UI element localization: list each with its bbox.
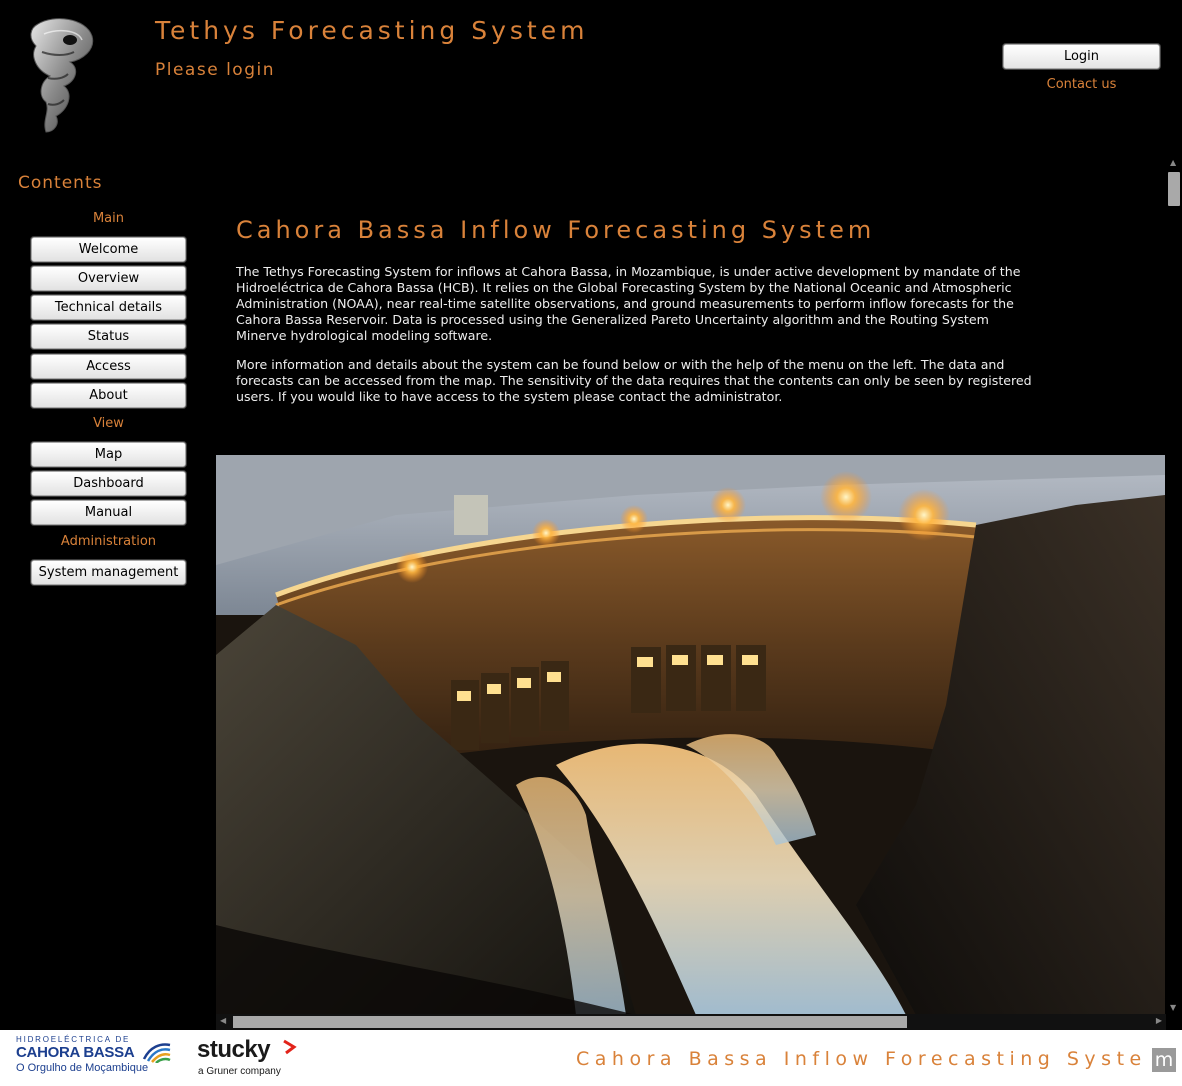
nav-about-button[interactable]: About <box>31 383 186 408</box>
stucky-logo: stucky a Gruner company <box>197 1036 307 1082</box>
hcb-logo-name: CAHORA BASSA <box>16 1044 135 1061</box>
horizontal-scroll-thumb[interactable] <box>233 1016 907 1028</box>
nav-technical-details-button[interactable]: Technical details <box>31 295 186 320</box>
contact-us-link[interactable]: Contact us <box>1003 77 1160 92</box>
scroll-left-icon[interactable]: ◀ <box>220 1016 226 1025</box>
page-title: Cahora Bassa Inflow Forecasting System <box>236 216 876 244</box>
footer: HIDROELÉCTRICA DE CAHORA BASSA O Orgulho… <box>0 1030 1182 1086</box>
section-label-administration: Administration <box>60 534 157 549</box>
horizontal-scrollbar[interactable]: ◀ ▶ <box>216 1014 1166 1030</box>
nav-map-button[interactable]: Map <box>31 442 186 467</box>
hcb-logo-tagline: O Orgulho de Moçambique <box>16 1062 149 1074</box>
hcb-logo-subtitle: HIDROELÉCTRICA DE <box>16 1035 131 1044</box>
vertical-scrollbar[interactable]: ▲ ▼ <box>1166 156 1182 1014</box>
login-status: Please login <box>155 60 275 80</box>
stucky-logo-name: stucky <box>197 1036 271 1063</box>
app-title: Tethys Forecasting System <box>155 16 589 45</box>
footer-title-end: m <box>1152 1048 1176 1072</box>
sidebar-title: Contents <box>18 173 103 193</box>
scroll-down-icon[interactable]: ▼ <box>1170 1003 1176 1012</box>
nav-status-button[interactable]: Status <box>31 324 186 349</box>
stucky-logo-subtitle: a Gruner company <box>198 1066 281 1077</box>
scroll-up-icon[interactable]: ▲ <box>1170 158 1176 167</box>
nav-welcome-button[interactable]: Welcome <box>31 237 186 262</box>
footer-title: Cahora Bassa Inflow Forecasting Syste <box>576 1048 1147 1070</box>
section-label-view: View <box>93 416 124 431</box>
scroll-right-icon[interactable]: ▶ <box>1156 1016 1162 1025</box>
main-content: Cahora Bassa Inflow Forecasting System T… <box>216 156 1182 1030</box>
nav-dashboard-button[interactable]: Dashboard <box>31 471 186 496</box>
login-button[interactable]: Login <box>1003 44 1160 69</box>
dam-hero-image <box>216 455 1165 1015</box>
intro-paragraph: The Tethys Forecasting System for inflow… <box>236 264 1021 343</box>
hcb-logo: HIDROELÉCTRICA DE CAHORA BASSA O Orgulho… <box>14 1035 174 1079</box>
hcb-waves-icon <box>142 1043 171 1063</box>
vertical-scroll-thumb[interactable] <box>1168 172 1180 206</box>
nav-manual-button[interactable]: Manual <box>31 500 186 525</box>
nav-system-management-button[interactable]: System management <box>31 560 186 585</box>
nav-overview-button[interactable]: Overview <box>31 266 186 291</box>
info-paragraph: More information and details about the s… <box>236 357 1032 404</box>
nav-access-button[interactable]: Access <box>31 354 186 379</box>
section-label-main: Main <box>92 211 125 226</box>
stucky-chevron-icon <box>283 1039 297 1055</box>
tethys-logo <box>24 16 98 136</box>
